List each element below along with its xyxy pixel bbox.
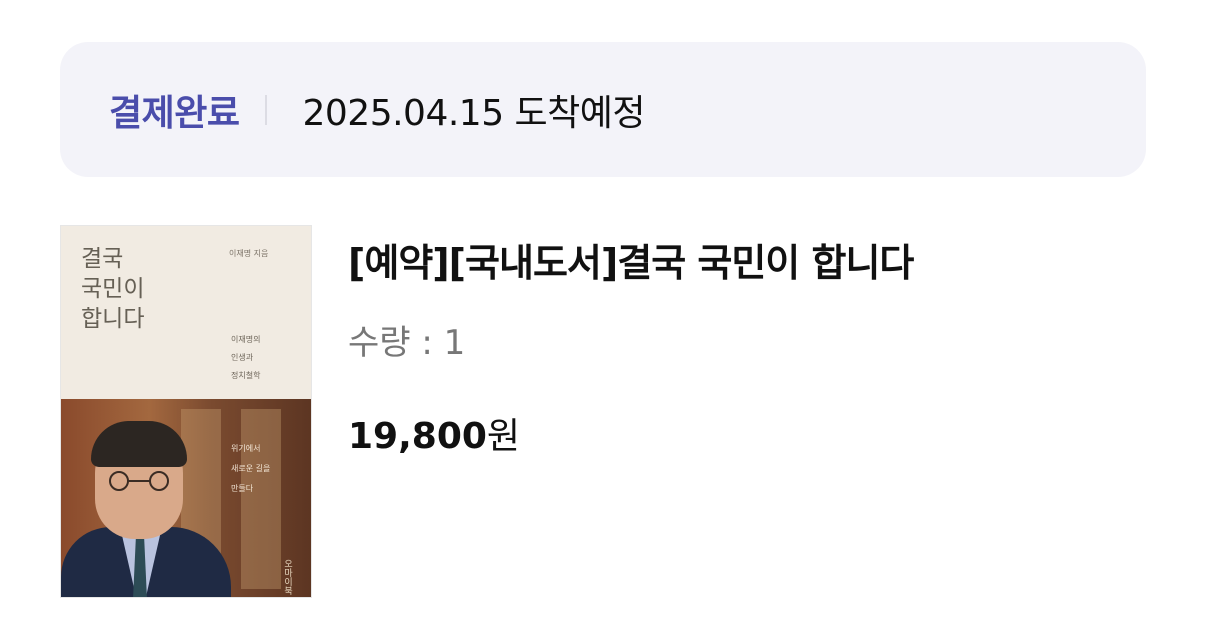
- cover-title-text: 결국 국민이 합니다: [81, 246, 145, 332]
- arrival-date-text: 2025.04.15 도착예정: [302, 92, 646, 134]
- payment-status-label: 결제완료: [109, 92, 240, 134]
- cover-author-text: 이재명 지음: [229, 249, 269, 258]
- publisher-logo: 오마이북: [282, 559, 292, 595]
- order-item[interactable]: 결국 국민이 합니다 이재명 지음 이재명의 인생과 정치철학 위기에서 새로운…: [60, 225, 1146, 598]
- portrait-hair: [91, 421, 187, 467]
- background-panel: [241, 409, 281, 589]
- cover-subtitle-text: 이재명의 인생과 정치철학: [231, 335, 261, 380]
- book-cover-image[interactable]: 결국 국민이 합니다 이재명 지음 이재명의 인생과 정치철학 위기에서 새로운…: [60, 225, 312, 598]
- cover-caption-text: 위기에서 새로운 길을 만들다: [231, 444, 271, 493]
- price-amount: 19,800: [348, 416, 487, 457]
- cover-portrait-photo: 위기에서 새로운 길을 만들다 오마이북: [61, 399, 311, 597]
- product-title[interactable]: [예약][국내도서]결국 국민이 합니다: [348, 232, 914, 287]
- portrait-glasses: [109, 471, 169, 491]
- status-divider: [265, 94, 268, 125]
- cover-top-area: 결국 국민이 합니다 이재명 지음 이재명의 인생과 정치철학: [61, 226, 311, 399]
- quantity-text: 수량 : 1: [348, 323, 466, 363]
- price-text: 19,800원: [348, 407, 520, 459]
- order-status-banner: 결제완료 2025.04.15 도착예정: [60, 42, 1146, 177]
- price-unit: 원: [486, 416, 521, 457]
